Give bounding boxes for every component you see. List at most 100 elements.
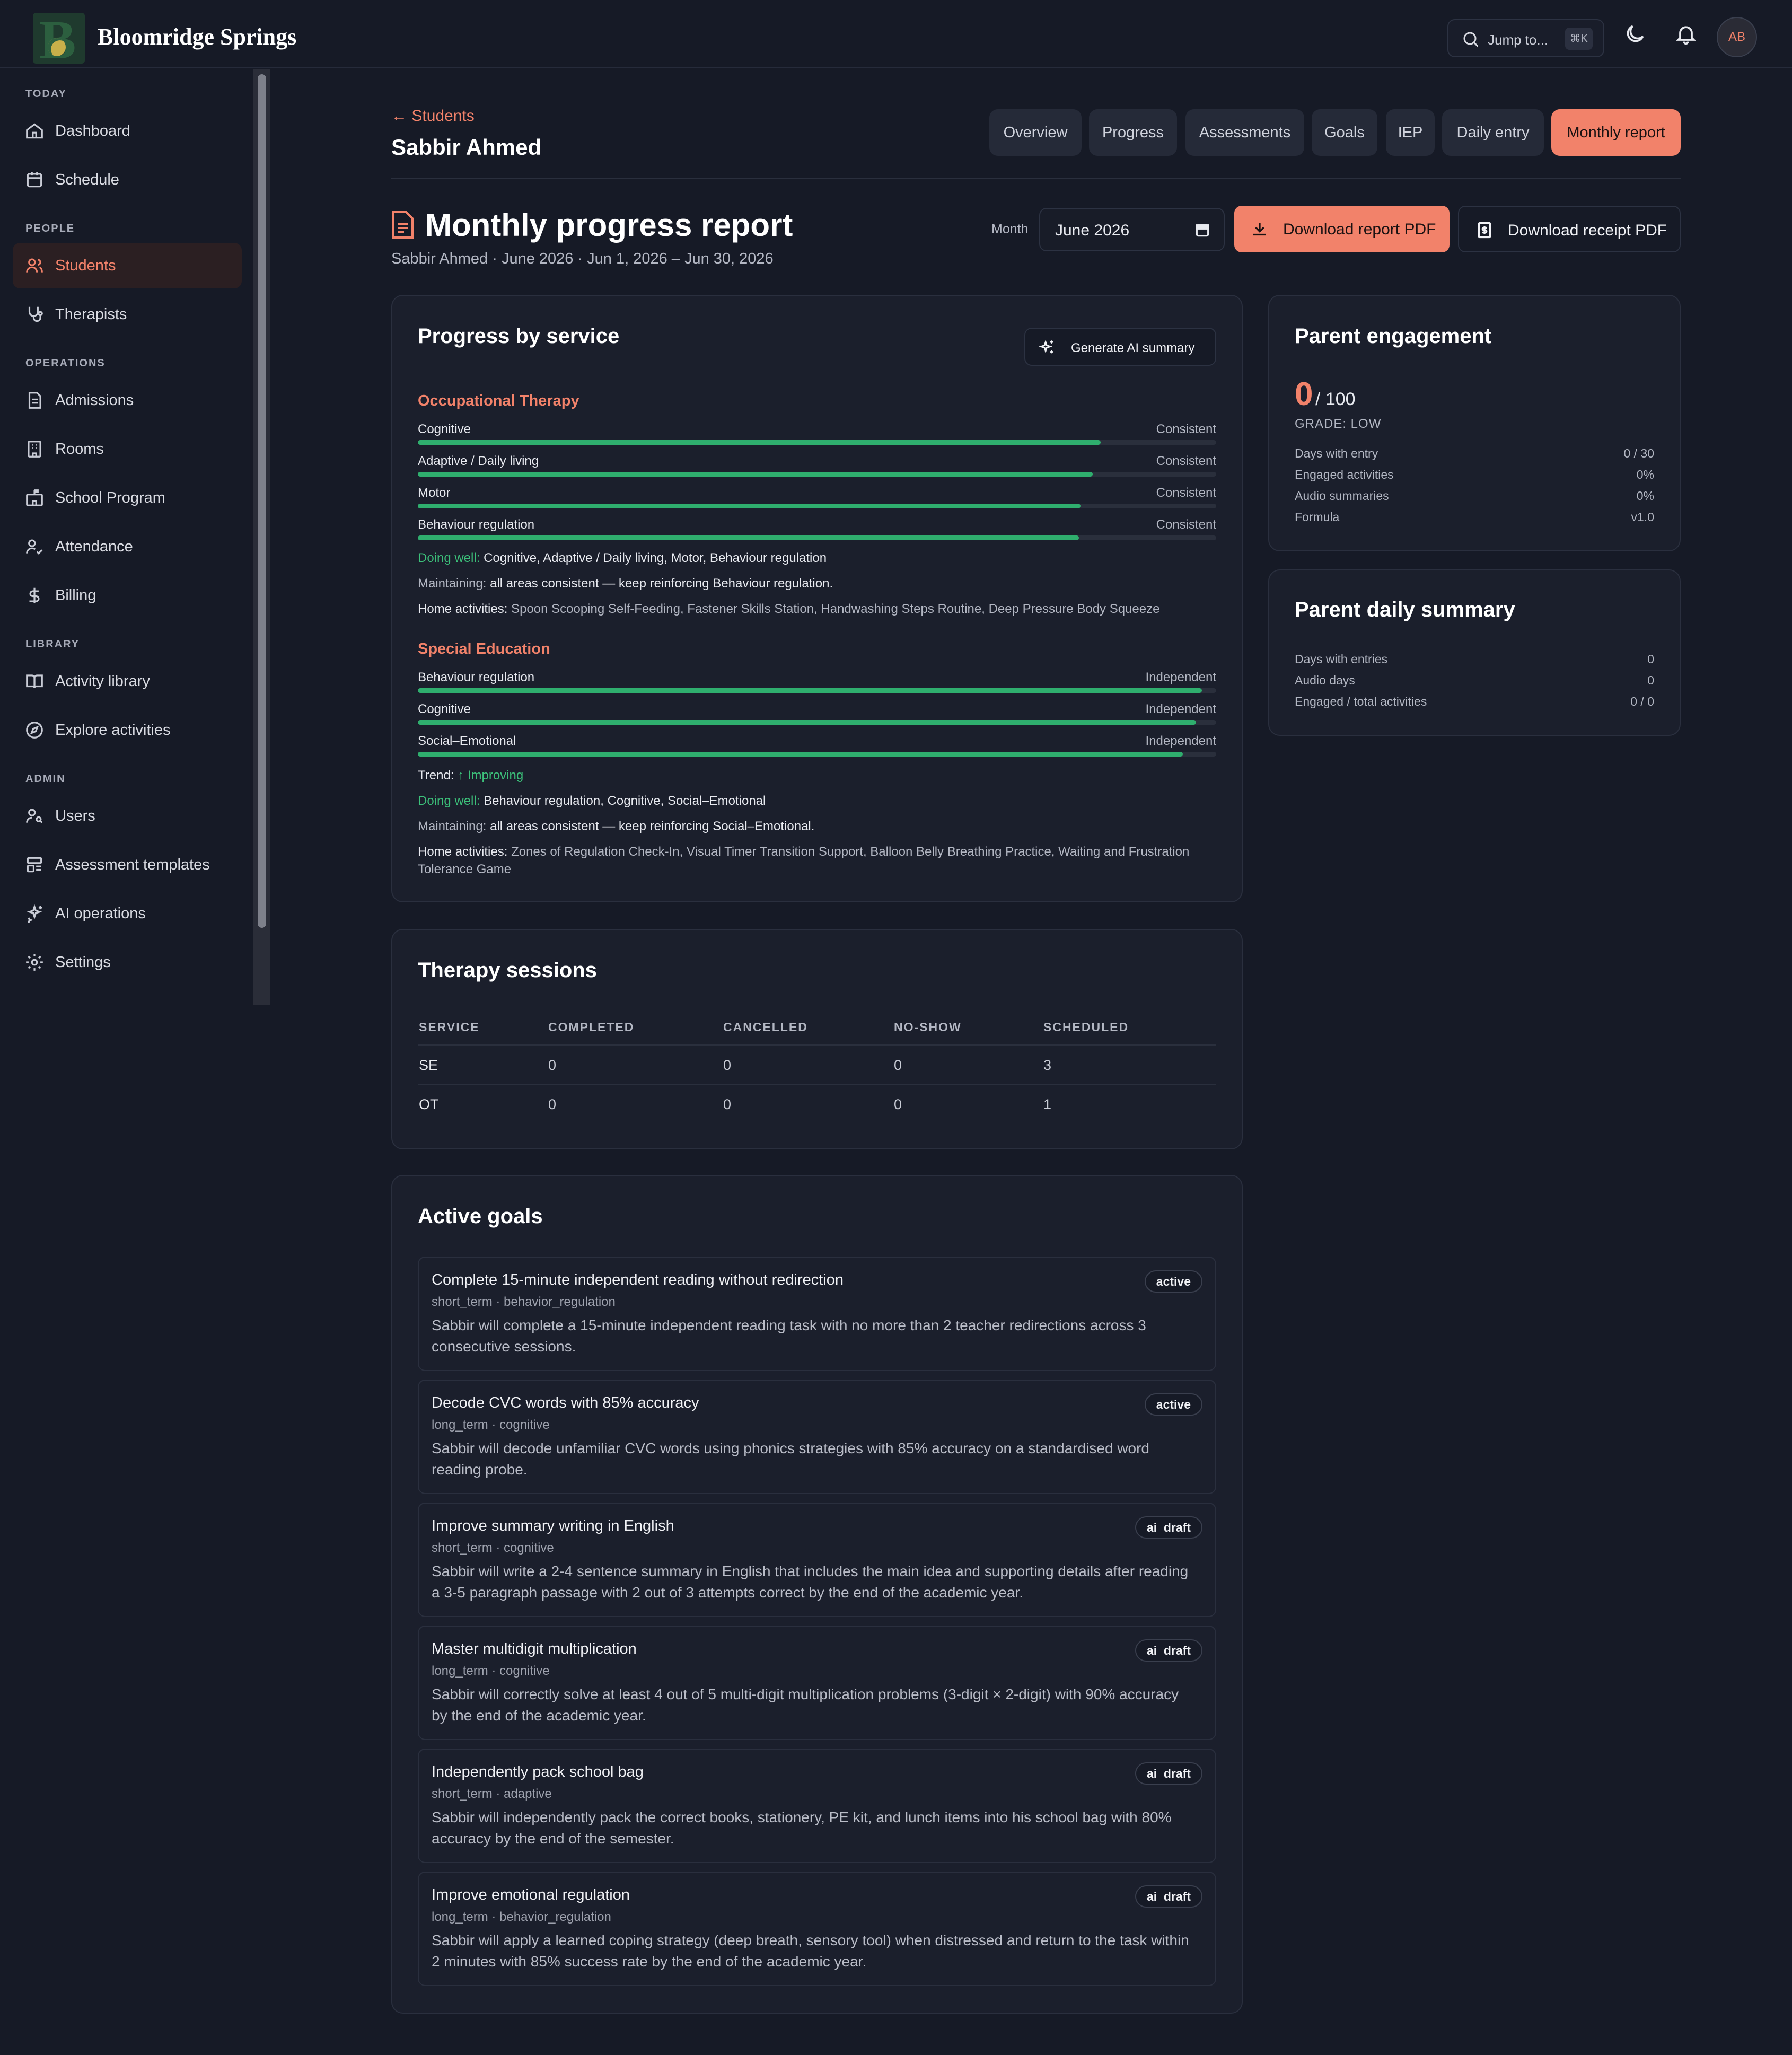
moon-icon[interactable] [1623, 22, 1647, 46]
stat-label: Formula [1295, 510, 1340, 524]
progress-fill [418, 440, 1101, 445]
progress-title: Progress by service [418, 324, 620, 348]
sidebar-item-billing[interactable]: Billing [13, 573, 242, 618]
generate-ai-summary-button[interactable]: Generate AI summary [1024, 328, 1216, 366]
document-icon [28, 392, 41, 409]
cell-service: SE [419, 1057, 438, 1073]
goal-item[interactable]: Improve summary writing in English short… [418, 1503, 1216, 1617]
bell-icon[interactable] [1674, 22, 1698, 46]
column-header-service: SERVICE [419, 1020, 480, 1034]
header-divider [391, 178, 1681, 179]
goal-meta: short_term · cognitive [432, 1541, 554, 1555]
sidebar-item-school-program[interactable]: School Program [13, 475, 242, 521]
download-report-label: Download report PDF [1283, 221, 1436, 238]
calendar-icon[interactable] [1194, 222, 1211, 239]
calendar-icon [27, 172, 42, 188]
tab-progress[interactable]: Progress [1089, 109, 1177, 156]
bar-status: Independent [1145, 734, 1216, 748]
goal-title: Independently pack school bag [432, 1763, 644, 1780]
back-to-students-link[interactable]: ← Students [391, 107, 475, 125]
sidebar-scrollbar[interactable] [253, 69, 270, 1005]
sidebar-item-rooms[interactable]: Rooms [13, 426, 242, 472]
sidebar-item-admissions[interactable]: Admissions [13, 377, 242, 423]
tab-overview[interactable]: Overview [989, 109, 1082, 156]
score-value: 0 [1295, 376, 1313, 412]
sidebar-item-label: Admissions [55, 392, 134, 409]
status-badge: ai_draft [1135, 1516, 1202, 1539]
sidebar-item-assessment-templates[interactable]: Assessment templates [13, 842, 242, 888]
home-activities-label: Home activities: [418, 602, 508, 616]
dollar-icon [29, 587, 40, 603]
doing-well-note: Doing well: Cognitive, Adaptive / Daily … [418, 549, 1216, 567]
goal-item[interactable]: Independently pack school bag short_term… [418, 1749, 1216, 1863]
tab-goals[interactable]: Goals [1312, 109, 1377, 156]
report-document-icon [392, 211, 414, 239]
sidebar-item-activity-library[interactable]: Activity library [13, 658, 242, 704]
sidebar-item-dashboard[interactable]: Dashboard [13, 108, 242, 154]
download-receipt-pdf-button[interactable]: Download receipt PDF [1458, 206, 1681, 252]
sidebar-item-label: Explore activities [55, 722, 171, 739]
bar-label: Social–Emotional [418, 734, 516, 748]
goal-description: Sabbir will write a 2-4 sentence summary… [432, 1563, 1189, 1601]
goal-item[interactable]: Complete 15-minute independent reading w… [418, 1257, 1216, 1371]
sidebar-item-users[interactable]: Users [13, 793, 242, 839]
home-icon [26, 123, 43, 139]
bar-label: Adaptive / Daily living [418, 454, 539, 468]
brand-name: Bloomridge Springs [98, 24, 297, 50]
sidebar-item-attendance[interactable]: Attendance [13, 524, 242, 569]
goal-title: Complete 15-minute independent reading w… [432, 1271, 844, 1288]
month-picker[interactable]: June 2026 [1039, 208, 1225, 251]
home-activities-note: Home activities: Zones of Regulation Che… [418, 843, 1216, 878]
compass-icon [26, 722, 43, 739]
tab-monthly-report[interactable]: Monthly report [1551, 109, 1681, 156]
search-placeholder: Jump to... [1488, 32, 1549, 48]
user-key-icon [26, 809, 43, 823]
sidebar-item-therapists[interactable]: Therapists [13, 292, 242, 337]
goal-description: Sabbir will apply a learned coping strat… [432, 1932, 1189, 1970]
building-icon [28, 441, 41, 458]
goal-description: Sabbir will complete a 15-minute indepen… [432, 1317, 1146, 1355]
stat-label: Days with entries [1295, 652, 1388, 666]
bar-status: Consistent [1156, 517, 1216, 532]
sidebar-item-label: Therapists [55, 306, 127, 323]
avatar[interactable]: AB [1717, 17, 1757, 57]
download-report-pdf-button[interactable]: Download report PDF [1234, 206, 1450, 252]
goal-description: Sabbir will decode unfamiliar CVC words … [432, 1440, 1150, 1478]
sidebar-item-students[interactable]: Students [13, 243, 242, 288]
sidebar-item-settings[interactable]: Settings [13, 939, 242, 985]
goal-item[interactable]: Improve emotional regulation long_term ·… [418, 1872, 1216, 1986]
column-header-cancelled: CANCELLED [723, 1020, 808, 1034]
goal-item[interactable]: Decode CVC words with 85% accuracy long_… [418, 1380, 1216, 1494]
sidebar-item-label: Assessment templates [55, 856, 210, 873]
brand-logo[interactable]: B [33, 13, 85, 64]
cell-cancelled: 0 [723, 1057, 732, 1073]
progress-fill [418, 688, 1202, 693]
sidebar-item-label: Rooms [55, 441, 104, 458]
tab-daily-entry[interactable]: Daily entry [1442, 109, 1544, 156]
tab-iep[interactable]: IEP [1386, 109, 1435, 156]
home-activities-text: Spoon Scooping Self-Feeding, Fastener Sk… [511, 602, 1160, 616]
sidebar-item-label: AI operations [55, 905, 146, 922]
scrollbar-thumb[interactable] [258, 74, 266, 928]
sidebar-item-explore-activities[interactable]: Explore activities [13, 707, 242, 753]
progress-track [418, 440, 1216, 445]
tab-assessments[interactable]: Assessments [1185, 109, 1304, 156]
download-icon [1253, 223, 1266, 236]
goal-item[interactable]: Master multidigit multiplication long_te… [418, 1626, 1216, 1740]
trend-note: Trend: ↑ Improving [418, 767, 1216, 784]
goal-title: Improve summary writing in English [432, 1517, 674, 1534]
sidebar-item-label: Settings [55, 954, 111, 971]
goal-description: Sabbir will correctly solve at least 4 o… [432, 1686, 1179, 1724]
jump-to-search[interactable]: Jump to... ⌘K [1447, 19, 1604, 57]
cell-completed: 0 [548, 1096, 557, 1112]
template-icon [27, 857, 42, 873]
sidebar-item-ai-operations[interactable]: AI operations [13, 891, 242, 936]
stat-value: 0 [1647, 673, 1654, 687]
score-max: / 100 [1315, 389, 1356, 409]
therapy-sessions-title: Therapy sessions [418, 959, 597, 982]
sidebar-item-schedule[interactable]: Schedule [13, 157, 242, 203]
bar-status: Consistent [1156, 486, 1216, 500]
stat-label: Audio summaries [1295, 489, 1389, 503]
progress-fill [418, 720, 1197, 725]
month-label: Month [991, 222, 1029, 236]
